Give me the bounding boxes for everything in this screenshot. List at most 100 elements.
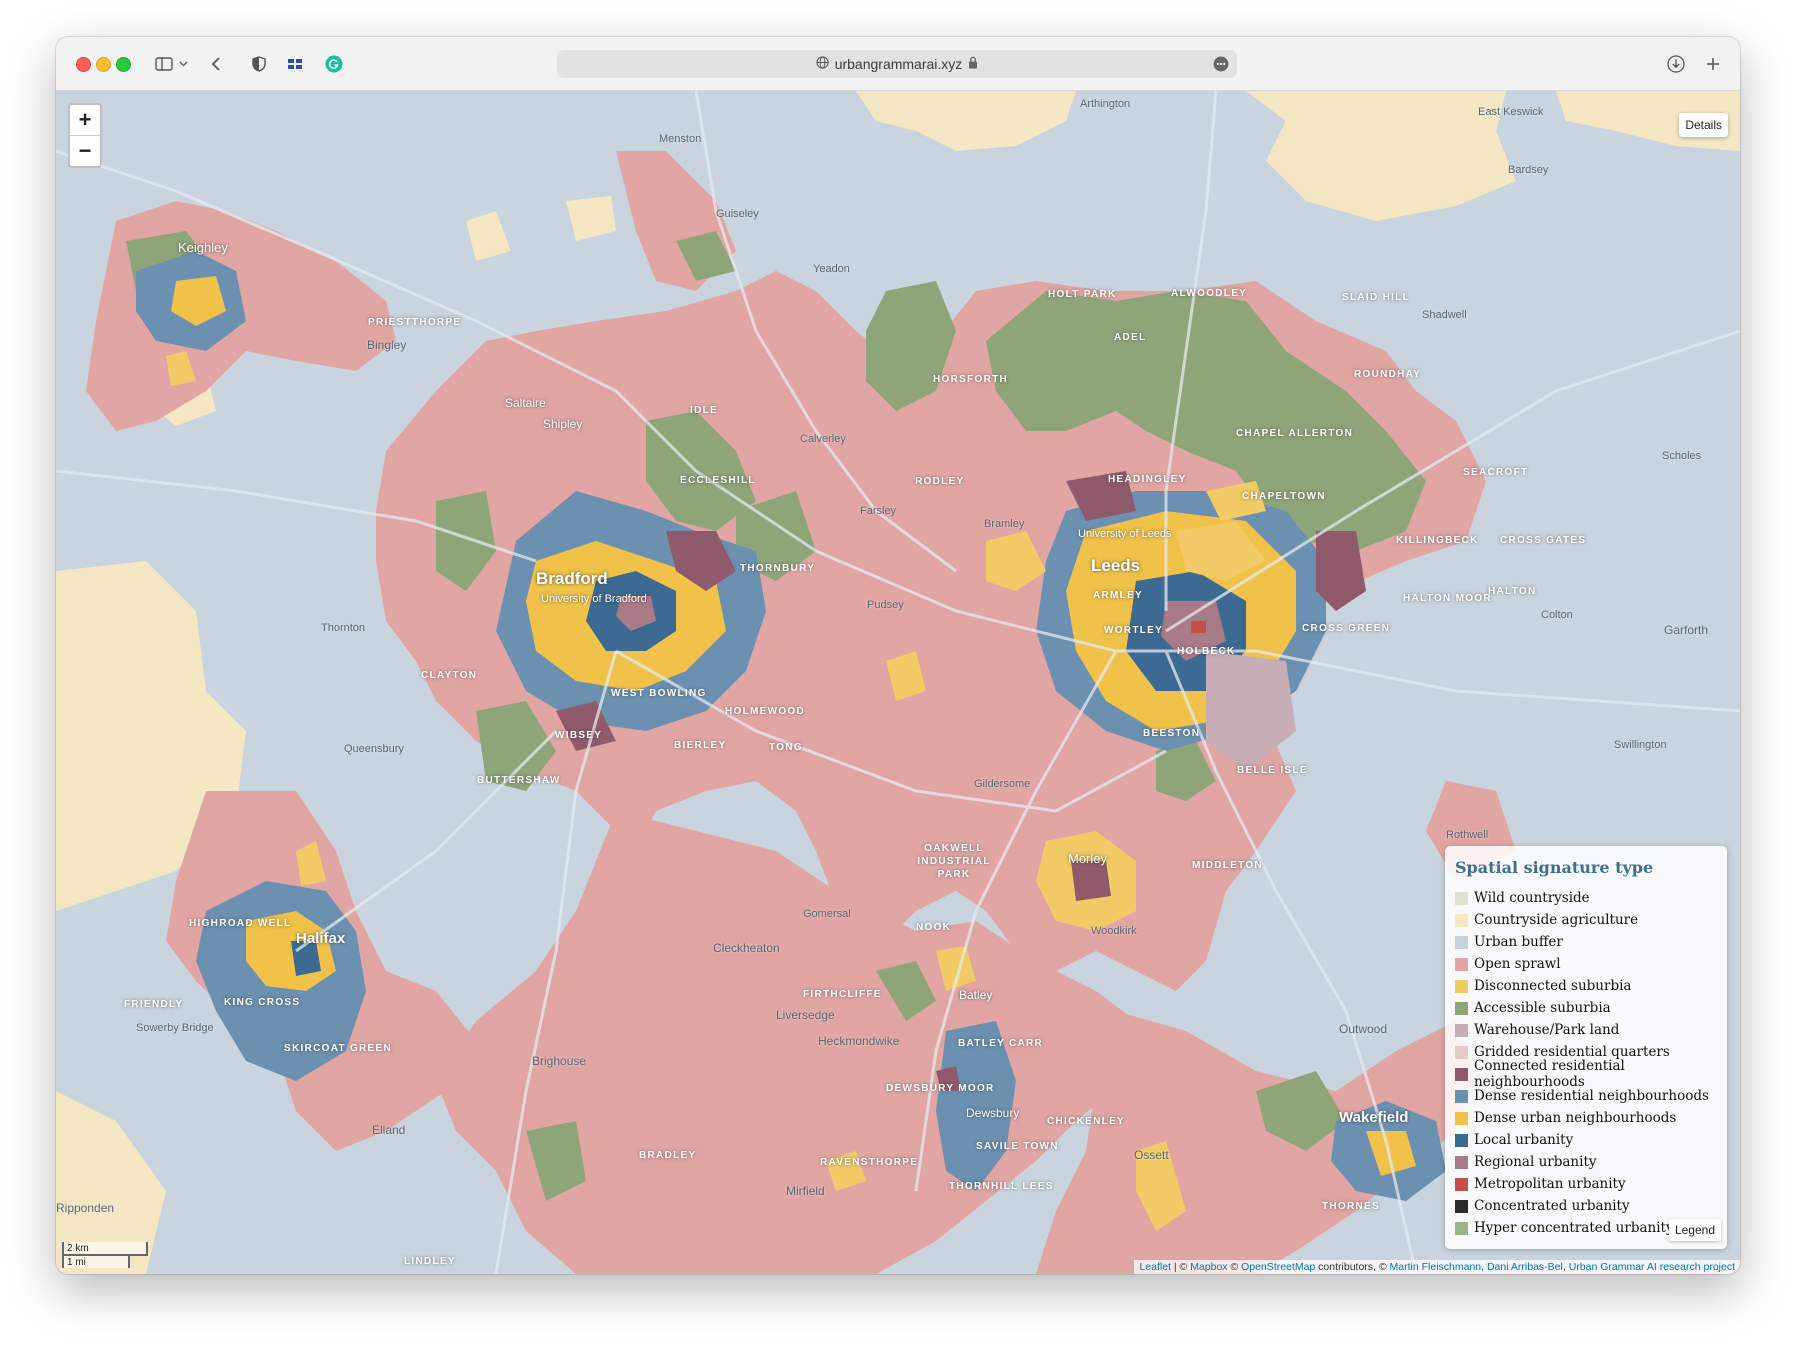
browser-window: urbangrammarai.xyz Leeds Bradford Halifa… — [56, 37, 1740, 1274]
zoom-out-button[interactable]: − — [70, 135, 100, 166]
label-idle: IDLE — [690, 405, 718, 416]
lock-icon — [968, 56, 978, 72]
legend-toggle-button[interactable]: Legend — [1668, 1219, 1721, 1241]
zoom-window-button[interactable] — [116, 57, 131, 72]
label-seacroft: SEACROFT — [1463, 467, 1529, 478]
label-elland: Elland — [372, 1123, 406, 1137]
legend-swatch — [1455, 1221, 1468, 1235]
authors-link[interactable]: Martin Fleischmann, Dani Arribas-Bel — [1390, 1261, 1563, 1273]
project-link[interactable]: Urban Grammar AI research project — [1569, 1261, 1735, 1273]
label-wakefield: Wakefield — [1339, 1109, 1409, 1126]
label-guiseley: Guiseley — [716, 208, 759, 220]
address-bar[interactable]: urbangrammarai.xyz — [557, 50, 1237, 78]
legend-swatch — [1455, 891, 1468, 905]
map-attribution: Leaflet | © Mapbox © OpenStreetMap contr… — [1134, 1260, 1740, 1274]
label-holbeck: HOLBECK — [1177, 646, 1236, 657]
connected-residential-area — [1071, 861, 1111, 901]
legend-label: Urban buffer — [1474, 934, 1563, 950]
legend-panel: Spatial signature type Wild countryside C… — [1445, 846, 1727, 1249]
legend-swatch — [1455, 1177, 1468, 1191]
back-arrow-icon[interactable] — [208, 52, 224, 76]
label-bradford: Bradford — [536, 569, 608, 588]
chevron-down-icon[interactable] — [177, 52, 189, 76]
label-gomersal: Gomersal — [803, 908, 851, 920]
zoom-in-button[interactable]: + — [70, 105, 100, 135]
legend-item: Regional urbanity — [1455, 1151, 1717, 1173]
browser-toolbar: urbangrammarai.xyz — [56, 37, 1740, 91]
legend-label: Wild countryside — [1474, 890, 1590, 906]
label-lindley: LINDLEY — [404, 1256, 456, 1267]
legend-item: Open sprawl — [1455, 953, 1717, 975]
label-killingbeck: KILLINGBECK — [1396, 535, 1479, 546]
label-batley-carr: BATLEY CARR — [958, 1038, 1044, 1049]
legend-label: Warehouse/Park land — [1474, 1022, 1620, 1038]
legend-label: Regional urbanity — [1474, 1154, 1597, 1170]
page-menu-icon[interactable] — [1213, 56, 1229, 75]
legend-item: Dense residential neighbourhoods — [1455, 1085, 1717, 1107]
details-button[interactable]: Details — [1679, 113, 1728, 137]
label-firthcliffe: FIRTHCLIFFE — [803, 989, 882, 1000]
label-savile-town: SAVILE TOWN — [976, 1141, 1059, 1152]
label-shipley: Shipley — [543, 417, 583, 431]
label-halifax: Halifax — [296, 930, 346, 947]
legend-swatch — [1455, 913, 1468, 927]
close-window-button[interactable] — [76, 57, 91, 72]
label-halton: HALTON — [1488, 586, 1537, 597]
label-slaid-hill: SLAID HILL — [1342, 292, 1410, 303]
label-thornbury: THORNBURY — [740, 563, 816, 574]
attribution-sep: © — [1227, 1261, 1242, 1273]
label-adel: ADEL — [1114, 332, 1147, 343]
legend-item: Local urbanity — [1455, 1129, 1717, 1151]
label-arthington: Arthington — [1080, 98, 1131, 110]
label-gildersome: Gildersome — [974, 778, 1031, 790]
label-garforth: Garforth — [1664, 623, 1709, 637]
legend-label: Accessible suburbia — [1474, 1000, 1611, 1016]
new-tab-icon[interactable] — [1703, 52, 1723, 76]
label-keighley: Keighley — [178, 240, 228, 255]
label-rodley: RODLEY — [915, 476, 965, 487]
legend-item: Disconnected suburbia — [1455, 975, 1717, 997]
label-ravensthorpe: RAVENSTHORPE — [820, 1157, 919, 1168]
scale-bar: 2 km 1 mi — [62, 1242, 148, 1268]
label-scholes: Scholes — [1662, 450, 1702, 462]
label-woodkirk: Woodkirk — [1091, 925, 1137, 937]
minimize-window-button[interactable] — [96, 57, 111, 72]
attribution-sep: contributors, © — [1315, 1261, 1390, 1273]
legend-item: Accessible suburbia — [1455, 997, 1717, 1019]
label-pudsey: Pudsey — [867, 599, 904, 611]
label-leeds: Leeds — [1091, 556, 1141, 575]
mapbox-link[interactable]: Mapbox — [1190, 1261, 1227, 1273]
legend-swatch — [1455, 1023, 1468, 1037]
legend-label: Dense urban neighbourhoods — [1474, 1110, 1677, 1126]
leaflet-link[interactable]: Leaflet — [1139, 1261, 1171, 1273]
label-liversedge: Liversedge — [776, 1008, 835, 1022]
label-farsley: Farsley — [860, 505, 897, 517]
label-headingley: HEADINGLEY — [1108, 474, 1187, 485]
label-bradley: BRADLEY — [639, 1150, 697, 1161]
osm-link[interactable]: OpenStreetMap — [1241, 1261, 1315, 1273]
label-chickenley: CHICKENLEY — [1047, 1116, 1126, 1127]
label-outwood: Outwood — [1339, 1022, 1388, 1036]
label-roundhay: ROUNDHAY — [1354, 369, 1422, 380]
legend-swatch — [1455, 957, 1468, 971]
download-icon[interactable] — [1665, 52, 1687, 76]
legend-label: Dense residential neighbourhoods — [1474, 1088, 1709, 1104]
extension-icon[interactable] — [285, 52, 305, 76]
legend-item: Dense urban neighbourhoods — [1455, 1107, 1717, 1129]
label-buttershaw: BUTTERSHAW — [477, 775, 561, 786]
label-rothwell: Rothwell — [1446, 829, 1489, 841]
label-nook: NOOK — [916, 922, 952, 933]
label-univ-bradford: University of Bradford — [541, 593, 647, 605]
label-sowerby-bridge: Sowerby Bridge — [136, 1022, 214, 1034]
label-east-keswick: East Keswick — [1478, 106, 1544, 118]
label-dewsbury-moor: DEWSBURY MOOR — [886, 1083, 995, 1094]
privacy-shield-icon[interactable] — [250, 52, 268, 76]
legend-label: Metropolitan urbanity — [1474, 1176, 1626, 1192]
legend-swatch — [1455, 1089, 1468, 1103]
grammarly-icon[interactable] — [324, 52, 344, 76]
label-holmewood: HOLMEWOOD — [725, 706, 806, 717]
label-bramley: Bramley — [984, 518, 1025, 530]
label-west-bowling: WEST BOWLING — [611, 688, 707, 699]
sidebar-toggle-icon[interactable] — [153, 52, 175, 76]
map-view[interactable]: Leeds Bradford Halifax Wakefield Morley … — [56, 91, 1740, 1274]
